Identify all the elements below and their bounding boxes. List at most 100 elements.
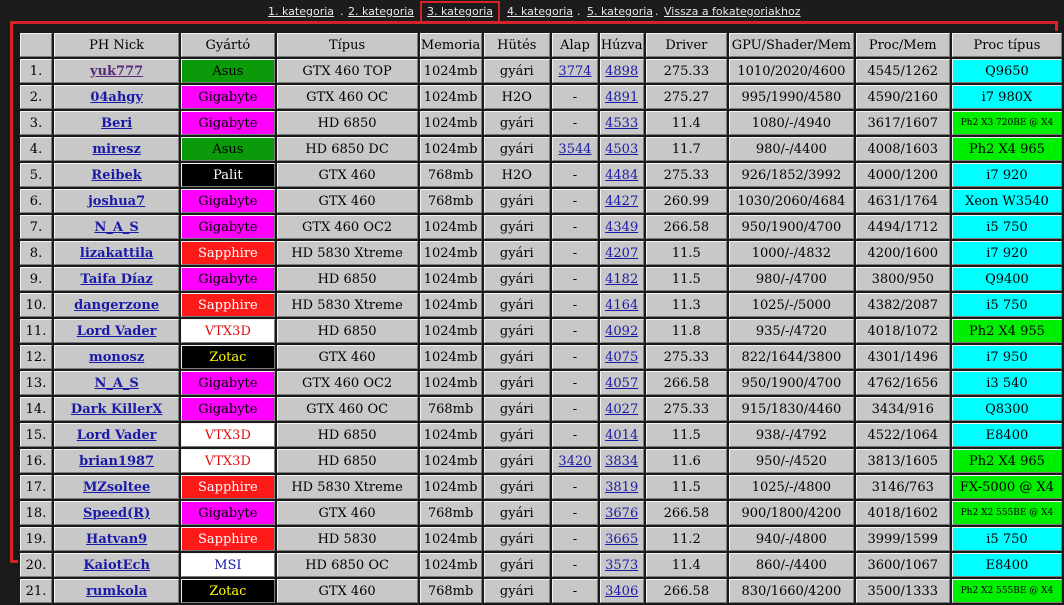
nick-cell-link[interactable]: KaiotEch	[83, 558, 150, 573]
score-cell[interactable]: 4164	[599, 293, 644, 317]
nick-cell[interactable]: lizakattila	[54, 241, 180, 265]
nick-cell[interactable]: Dark KillerX	[54, 397, 180, 421]
nick-cell-link[interactable]: rumkola	[86, 584, 147, 599]
nick-cell[interactable]: joshua7	[54, 189, 180, 213]
nick-cell[interactable]: KaiotEch	[54, 553, 180, 577]
score-cell-link[interactable]: 4427	[605, 194, 638, 209]
rank-cell: 18.	[20, 501, 53, 525]
score-cell-link[interactable]: 3665	[605, 532, 638, 547]
base-score-cell[interactable]: 3420	[552, 449, 598, 473]
nick-cell[interactable]: rumkola	[54, 579, 180, 603]
nick-cell[interactable]: 04ahgy	[54, 85, 180, 109]
score-cell-link[interactable]: 4891	[605, 90, 638, 105]
base-score-cell[interactable]: 3544	[552, 137, 598, 161]
score-cell[interactable]: 4207	[599, 241, 644, 265]
score-cell[interactable]: 3819	[599, 475, 644, 499]
score-cell-link[interactable]: 3834	[605, 454, 638, 469]
nick-cell[interactable]: monosz	[54, 345, 180, 369]
score-cell-link[interactable]: 4164	[605, 298, 638, 313]
score-cell[interactable]: 4898	[599, 59, 644, 83]
nick-cell[interactable]: miresz	[54, 137, 180, 161]
nick-cell-link[interactable]: Taifa Díaz	[80, 272, 152, 287]
nick-cell[interactable]: Hatvan9	[54, 527, 180, 551]
score-cell-link[interactable]: 3819	[605, 480, 638, 495]
score-cell[interactable]: 4427	[599, 189, 644, 213]
score-cell[interactable]: 4484	[599, 163, 644, 187]
nav-item-4[interactable]: 4. kategoria	[507, 5, 573, 18]
base-score-cell: -	[552, 319, 598, 343]
nick-cell-link[interactable]: 04ahgy	[90, 90, 143, 105]
score-cell[interactable]: 4533	[599, 111, 644, 135]
nick-cell-link[interactable]: lizakattila	[80, 246, 153, 261]
score-cell[interactable]: 4075	[599, 345, 644, 369]
score-cell-link[interactable]: 4349	[605, 220, 638, 235]
score-cell[interactable]: 4349	[599, 215, 644, 239]
nick-cell[interactable]: Lord Vader	[54, 423, 180, 447]
nick-cell[interactable]: N_A_S	[54, 215, 180, 239]
score-cell-link[interactable]: 4027	[605, 402, 638, 417]
nick-cell[interactable]: dangerzone	[54, 293, 180, 317]
base-score-cell-link[interactable]: 3774	[558, 64, 591, 79]
nav-item-5[interactable]: 5. kategoria	[587, 5, 653, 18]
nick-cell-link[interactable]: brian1987	[79, 454, 154, 469]
nick-cell-link[interactable]: Dark KillerX	[71, 402, 162, 417]
nick-cell-link[interactable]: Beri	[101, 116, 132, 131]
score-cell-link[interactable]: 4092	[605, 324, 638, 339]
nav-item-1[interactable]: 1. kategoria	[268, 5, 334, 18]
score-cell-link[interactable]: 4182	[605, 272, 638, 287]
nick-cell[interactable]: yuk777	[54, 59, 180, 83]
nick-cell-link[interactable]: yuk777	[90, 64, 143, 79]
nav-item-2[interactable]: 2. kategoria	[348, 5, 414, 18]
nick-cell-link[interactable]: N_A_S	[94, 376, 138, 391]
nick-cell[interactable]: N_A_S	[54, 371, 180, 395]
score-cell-link[interactable]: 4207	[605, 246, 638, 261]
score-cell[interactable]: 4182	[599, 267, 644, 291]
score-cell-link[interactable]: 3573	[605, 558, 638, 573]
score-cell[interactable]: 4014	[599, 423, 644, 447]
nick-cell[interactable]: Taifa Díaz	[54, 267, 180, 291]
nav-item-3-active[interactable]: 3. kategoria	[427, 5, 493, 18]
nick-cell[interactable]: Beri	[54, 111, 180, 135]
nick-cell-link[interactable]: N_A_S	[94, 220, 138, 235]
nick-cell-link[interactable]: dangerzone	[74, 298, 159, 313]
nick-cell-link[interactable]: Lord Vader	[77, 324, 157, 339]
score-cell-link[interactable]: 4075	[605, 350, 638, 365]
score-cell-link[interactable]: 4014	[605, 428, 638, 443]
score-cell[interactable]: 4092	[599, 319, 644, 343]
score-cell[interactable]: 4891	[599, 85, 644, 109]
score-cell-link[interactable]: 3676	[605, 506, 638, 521]
score-cell-link[interactable]: 4898	[605, 64, 638, 79]
score-cell[interactable]: 3573	[599, 553, 644, 577]
score-cell[interactable]: 3406	[599, 579, 644, 603]
nick-cell-link[interactable]: Hatvan9	[86, 532, 147, 547]
score-cell-link[interactable]: 4484	[605, 168, 638, 183]
score-cell[interactable]: 3834	[599, 449, 644, 473]
score-cell-link[interactable]: 4057	[605, 376, 638, 391]
nick-cell-link[interactable]: miresz	[92, 142, 141, 157]
nick-cell-link[interactable]: monosz	[89, 350, 144, 365]
score-cell-link[interactable]: 3406	[605, 584, 638, 599]
score-cell[interactable]: 4503	[599, 137, 644, 161]
base-score-cell[interactable]: 3774	[552, 59, 598, 83]
proc-mem-cell: 4762/1656	[855, 371, 950, 395]
score-cell-link[interactable]: 4533	[605, 116, 638, 131]
score-cell[interactable]: 3665	[599, 527, 644, 551]
score-cell[interactable]: 3676	[599, 501, 644, 525]
maker-cell: Gigabyte	[181, 85, 275, 109]
score-cell[interactable]: 4027	[599, 397, 644, 421]
nick-cell-link[interactable]: Lord Vader	[77, 428, 157, 443]
nick-cell-link[interactable]: joshua7	[88, 194, 145, 209]
nav-item-back[interactable]: Vissza a fokategoriakhoz	[664, 5, 801, 18]
nick-cell-link[interactable]: MZsoltee	[83, 480, 150, 495]
base-score-cell-link[interactable]: 3420	[558, 454, 591, 469]
base-score-cell-link[interactable]: 3544	[558, 142, 591, 157]
score-cell-link[interactable]: 4503	[605, 142, 638, 157]
nick-cell-link[interactable]: Speed(R)	[83, 506, 150, 521]
nick-cell[interactable]: Speed(R)	[54, 501, 180, 525]
score-cell[interactable]: 4057	[599, 371, 644, 395]
nick-cell-link[interactable]: Reibek	[91, 168, 141, 183]
nick-cell[interactable]: Lord Vader	[54, 319, 180, 343]
nick-cell[interactable]: brian1987	[54, 449, 180, 473]
nick-cell[interactable]: MZsoltee	[54, 475, 180, 499]
nick-cell[interactable]: Reibek	[54, 163, 180, 187]
